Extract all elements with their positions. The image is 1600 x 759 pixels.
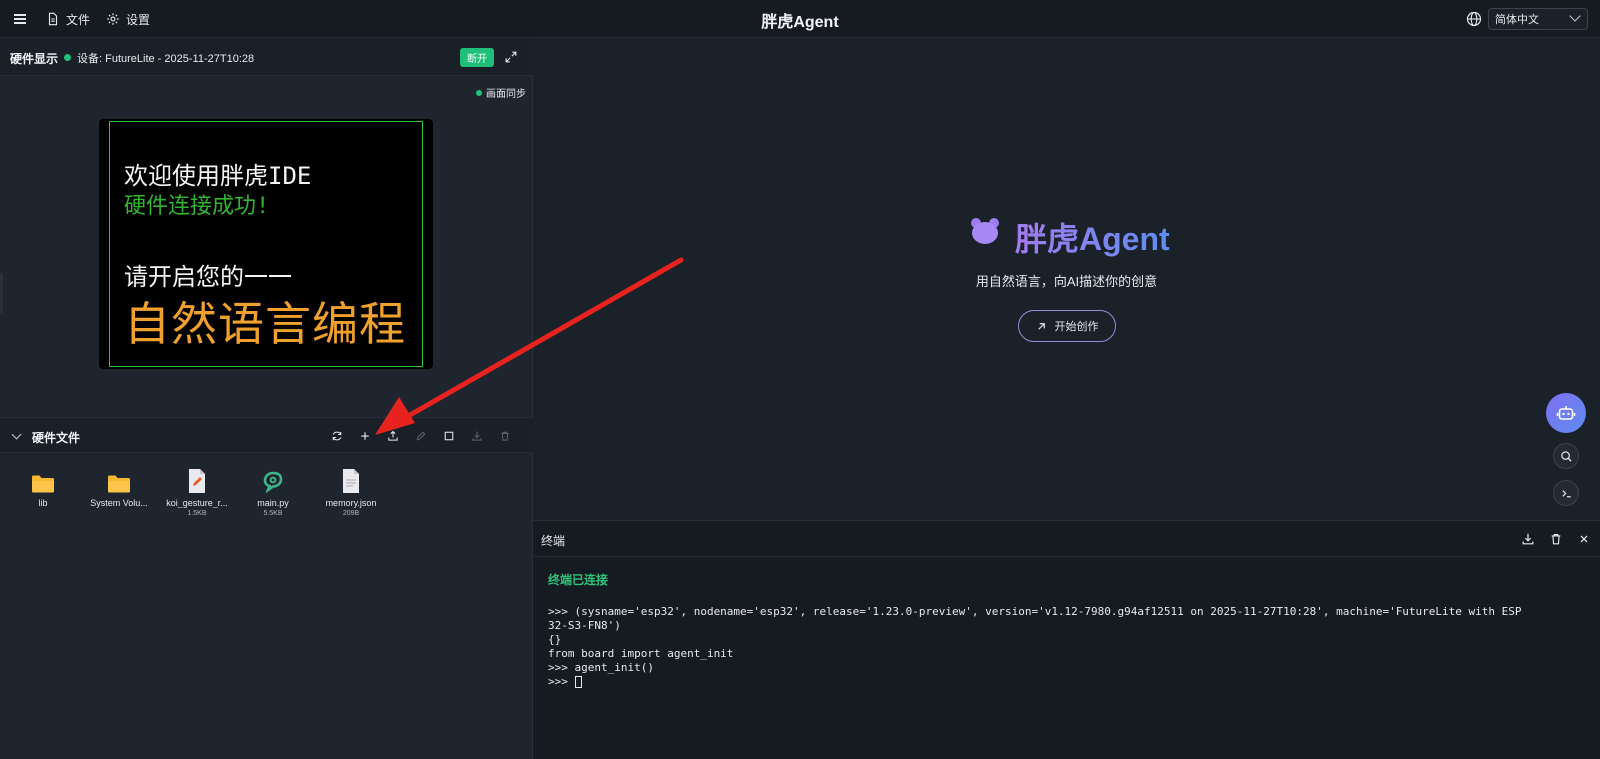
screen-line: 硬件连接成功! [124,194,270,219]
download-icon[interactable] [1521,532,1535,546]
file-size: 209B [342,510,360,517]
trash-icon[interactable] [1549,532,1563,546]
file-item-lib[interactable]: lib [8,468,78,508]
terminal-title: 终端 [541,534,566,548]
app-title: 胖虎Agent [761,14,839,31]
pencil-icon [416,431,426,441]
language-select-value: 简体中文 [1495,14,1539,26]
hardware-display-title: 硬件显示 [10,52,59,66]
screen-frame: 欢迎使用胖虎IDE 硬件连接成功! 请开启您的一一 自然语言编程 [109,121,423,367]
welcome-title: 胖虎Agent [1015,214,1170,260]
bear-logo-icon [971,218,999,244]
close-icon[interactable] [1577,532,1591,546]
edit-button[interactable] [414,429,428,443]
file-item-main-py[interactable]: main.py 5.5KB [238,468,308,517]
left-panel: 硬件显示 设备: FutureLite - 2025-11-27T10:28 断… [0,38,533,759]
language-select[interactable]: 简体中文 [1488,8,1588,30]
robot-icon [1556,406,1576,420]
hamburger-menu-icon[interactable] [10,9,30,29]
file-edit-icon [189,469,205,493]
upload-icon [388,430,398,441]
folder-icon [108,475,130,493]
expand-icon[interactable] [504,50,518,64]
file-size: 1.5KB [187,510,207,517]
settings-menu-button[interactable]: 设置 [106,10,150,28]
hardware-files-title: 硬件文件 [32,431,81,445]
terminal-header: 终端 [533,521,1600,557]
terminal-prompt-icon [1561,489,1571,497]
globe-icon[interactable] [1466,11,1482,27]
file-item-memory-json[interactable]: memory.json 209B [316,468,386,517]
welcome-subtitle: 用自然语言，向AI描述你的创意 [975,274,1158,289]
terminal-connected-status: 终端已连接 [548,573,609,587]
sync-status-dot [476,89,482,96]
hardware-display-header: 硬件显示 设备: FutureLite - 2025-11-27T10:28 断… [0,38,533,76]
chevron-down-icon [1569,10,1581,22]
terminal-line: >>> (sysname='esp32', nodename='esp32', … [548,605,1522,632]
search-icon [1560,450,1572,462]
select-button[interactable] [442,429,456,443]
file-name: System Volu... [90,498,148,508]
folder-icon [32,475,54,493]
terminal-toggle-button[interactable] [1553,480,1579,506]
ai-assistant-button[interactable] [1546,393,1586,433]
search-button[interactable] [1553,443,1579,469]
plus-icon [361,432,369,440]
refresh-icon [332,431,342,441]
terminal-cursor [574,676,582,688]
file-name: memory.json [325,498,377,508]
top-bar: 文件 设置 胖虎Agent 简体中文 [0,0,1600,38]
arrow-up-right-icon [1037,322,1045,330]
download-button[interactable] [470,429,484,443]
file-name: lib [38,498,48,508]
sync-label: 画面同步 [486,89,526,100]
square-icon [444,431,454,441]
terminal-panel: 终端 终端已连接 >>> (sysname='esp32', nodename=… [533,520,1600,759]
file-size: 5.5KB [263,510,283,517]
start-creating-label: 开始创作 [1054,321,1099,333]
settings-menu-label: 设置 [126,12,151,27]
download-icon [472,431,482,441]
chevron-down-icon[interactable] [11,429,22,440]
python-file-icon [263,471,283,494]
terminal-prompt: >>> [548,675,575,688]
file-name: main.py [257,498,289,508]
screen-line: 欢迎使用胖虎IDE [124,162,312,190]
file-name: koi_gesture_r... [166,498,228,508]
terminal-line: >>> agent_init() [548,661,654,674]
hardware-files-header: 硬件文件 [0,417,533,453]
trash-icon [501,431,509,441]
hardware-screen-preview: 欢迎使用胖虎IDE 硬件连接成功! 请开启您的一一 自然语言编程 [99,119,433,369]
upload-button[interactable] [386,429,400,443]
file-menu-button[interactable]: 文件 [46,10,90,28]
connection-status-dot [64,54,71,61]
terminal-prompt-line[interactable]: >>> [548,675,1588,689]
new-file-button[interactable] [358,429,372,443]
terminal-line: from board import agent_init [548,647,734,660]
screen-line: 自然语言编程 [124,297,406,351]
terminal-line: {} [548,633,562,646]
file-menu-label: 文件 [66,12,91,27]
gear-icon [107,13,119,25]
refresh-button[interactable] [330,429,344,443]
file-icon [48,12,58,26]
terminal-output[interactable]: 终端已连接 >>> (sysname='esp32', nodename='es… [548,573,1588,689]
file-item-koi-gesture[interactable]: koi_gesture_r... 1.5KB [162,468,232,517]
disconnect-button[interactable]: 断开 [460,48,494,67]
device-info: 设备: FutureLite - 2025-11-27T10:28 [77,53,255,65]
file-icon [343,469,359,493]
file-item-system-volume[interactable]: System Volu... [84,468,154,508]
start-creating-button[interactable]: 开始创作 [1018,310,1116,342]
delete-button[interactable] [498,429,512,443]
screen-sync-status: 画面同步 [476,85,526,100]
